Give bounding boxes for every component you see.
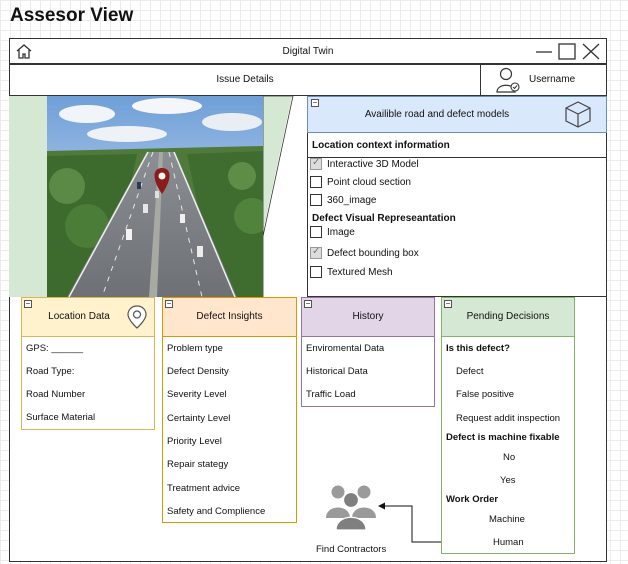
maximize-icon[interactable] <box>558 43 576 60</box>
collapse-icon[interactable]: − <box>24 300 32 308</box>
option-label: Defect bounding box <box>327 247 419 259</box>
location-data-card: Location Data − GPS: ______ Road Type: R… <box>21 297 155 430</box>
defect-insights-card: Defect Insights − Problem type Defect De… <box>162 297 297 523</box>
question-work-order: Work Order <box>446 494 499 505</box>
checkbox-icon[interactable] <box>310 266 322 278</box>
defect-insights-header: Defect Insights <box>162 297 297 337</box>
location-pin-icon <box>127 305 147 329</box>
option-360-image[interactable]: 360_image <box>310 193 376 207</box>
collapse-icon[interactable]: − <box>444 300 452 308</box>
insight-item[interactable]: Problem type <box>167 343 223 354</box>
insight-item[interactable]: Severity Level <box>167 389 227 400</box>
models-panel-header: Availible road and defect models <box>307 96 607 133</box>
insight-item[interactable]: Treatment advice <box>167 483 240 494</box>
question-machine-fixable: Defect is machine fixable <box>446 432 560 443</box>
location-road-number: Road Number <box>26 389 86 400</box>
option-label: Textured Mesh <box>327 266 393 278</box>
cube-icon <box>565 101 591 128</box>
window-title: Digital Twin <box>282 46 334 57</box>
option-request-inspection[interactable]: Request addit inspection <box>456 413 560 424</box>
history-item[interactable]: Enviromental Data <box>306 343 384 354</box>
history-item[interactable]: Traffic Load <box>306 389 356 400</box>
issue-details-title: Issue Details <box>216 74 274 85</box>
history-title: History <box>352 311 384 322</box>
insight-item[interactable]: Defect Density <box>167 366 229 377</box>
insight-item[interactable]: Safety and Complience <box>167 506 265 517</box>
option-defect[interactable]: Defect <box>456 366 483 377</box>
user-icon[interactable] <box>494 66 522 94</box>
insight-item[interactable]: Certainty Level <box>167 413 230 424</box>
option-label: Image <box>327 226 355 238</box>
checkbox-icon[interactable] <box>310 176 322 188</box>
models-panel-title: Availible road and defect models <box>364 109 510 120</box>
history-card: History − Enviromental Data Historical D… <box>301 297 435 407</box>
option-interactive-3d-model[interactable]: Interactive 3D Model <box>310 157 419 171</box>
home-icon[interactable] <box>15 43 33 60</box>
option-human[interactable]: Human <box>493 537 524 548</box>
collapse-icon[interactable]: − <box>304 300 312 308</box>
history-header: History <box>301 297 435 337</box>
road-aerial-image[interactable] <box>47 96 263 297</box>
location-context-title: Location context information <box>312 140 450 151</box>
option-defect-bounding-box[interactable]: Defect bounding box <box>310 246 419 260</box>
divider <box>480 64 481 96</box>
option-false-positive[interactable]: False positive <box>456 389 514 400</box>
minimize-icon[interactable] <box>535 43 553 60</box>
defect-insights-title: Defect Insights <box>196 311 263 322</box>
history-item[interactable]: Historical Data <box>306 366 368 377</box>
flow-arrow <box>378 502 441 543</box>
option-label: Point cloud section <box>327 176 411 188</box>
insight-item[interactable]: Repair stategy <box>167 459 228 470</box>
location-gps: GPS: ______ <box>26 343 84 354</box>
checkbox-icon[interactable] <box>310 226 322 238</box>
location-road-type: Road Type: <box>26 366 75 377</box>
location-surface-material: Surface Material <box>26 412 96 423</box>
option-label: Interactive 3D Model <box>327 158 419 170</box>
close-icon[interactable] <box>582 43 600 60</box>
option-point-cloud-section[interactable]: Point cloud section <box>310 175 411 189</box>
option-machine[interactable]: Machine <box>489 514 525 525</box>
option-textured-mesh[interactable]: Textured Mesh <box>310 265 393 279</box>
checkbox-icon[interactable] <box>310 194 322 206</box>
window-titlebar: Digital Twin <box>9 38 607 64</box>
defect-visual-title: Defect Visual Represeantation <box>312 213 456 224</box>
page-title: Assesor View <box>10 5 134 26</box>
insight-item[interactable]: Priority Level <box>167 436 222 447</box>
location-data-title: Location Data <box>48 311 110 322</box>
question-is-defect: Is this defect? <box>446 343 510 354</box>
option-label: 360_image <box>327 194 377 206</box>
pending-decisions-card: Pending Decisions − Is this defect? Defe… <box>441 297 575 554</box>
checkbox-icon[interactable] <box>310 246 322 259</box>
pending-decisions-title: Pending Decisions <box>466 311 550 322</box>
option-yes[interactable]: Yes <box>500 475 516 486</box>
username-label[interactable]: Username <box>529 74 575 85</box>
checkbox-icon[interactable] <box>310 157 322 170</box>
collapse-icon[interactable]: − <box>311 99 319 107</box>
option-image[interactable]: Image <box>310 225 355 239</box>
collapse-icon[interactable]: − <box>165 300 173 308</box>
option-no[interactable]: No <box>503 452 515 463</box>
pending-decisions-header: Pending Decisions <box>441 297 575 337</box>
